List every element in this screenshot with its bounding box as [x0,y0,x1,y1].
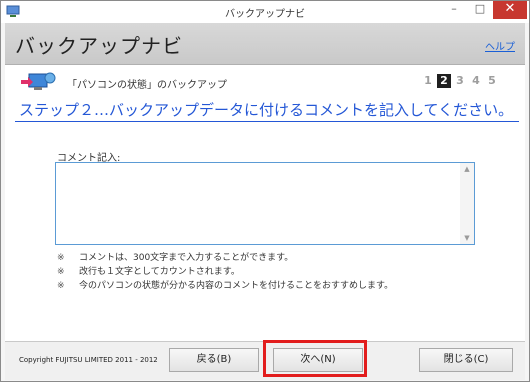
maximize-button[interactable]: □ [467,1,493,19]
note-item: ※ コメントは、300文字まで入力することができます。 [57,251,393,265]
note-item: ※ 今のパソコンの状態が分かる内容のコメントを付けることをおすすめします。 [57,279,393,293]
scroll-up-icon[interactable]: ▲ [460,163,474,175]
step-indicator: 1 2 3 4 5 [421,74,499,88]
back-button[interactable]: 戻る(B) [169,348,259,372]
note-text: 今のパソコンの状態が分かる内容のコメントを付けることをおすすめします。 [79,281,394,291]
section-label: 「パソコンの状態」のバックアップ [67,80,227,91]
step-3: 3 [456,74,464,87]
scroll-down-icon[interactable]: ▼ [460,232,474,244]
note-text: 改行も１文字としてカウントされます。 [79,267,240,277]
note-text: コメントは、300文字まで入力することができます。 [79,253,294,263]
step-2-current: 2 [437,74,451,88]
note-mark: ※ [57,267,65,277]
step-headline: ステップ２…バックアップデータに付けるコメントを記入してください。 [19,101,514,119]
notes-list: ※ コメントは、300文字まで入力することができます。 ※ 改行も１文字としてカウン… [57,251,393,293]
close-window-button[interactable]: ✕ [493,1,527,19]
backup-pc-icon [21,72,56,90]
note-item: ※ 改行も１文字としてカウントされます。 [57,265,393,279]
app-window: バックアップナビ – □ ✕ バックアップナビ ヘルプ 「パソコンの状態」のバッ… [0,0,530,382]
note-mark: ※ [57,253,65,263]
step-1: 1 [424,74,432,87]
comment-scrollbar[interactable]: ▲ ▼ [460,163,474,244]
title-bar[interactable]: バックアップナビ – □ ✕ [1,1,529,23]
step-4: 4 [472,74,480,87]
copyright-text: Copyright FUJITSU LIMITED 2011 - 2012 [19,356,158,364]
header-band: バックアップナビ ヘルプ [5,23,525,65]
comment-field[interactable]: ▲ ▼ [55,162,475,245]
main-content: 「パソコンの状態」のバックアップ 1 2 3 4 5 ステップ２…バックアップデ… [5,65,525,341]
minimize-button[interactable]: – [441,1,467,19]
help-link[interactable]: ヘルプ [485,38,515,53]
step-5: 5 [488,74,496,87]
page-title: バックアップナビ [15,34,183,58]
comment-textarea[interactable] [56,163,460,244]
headline-divider [15,121,519,122]
next-button-highlight [263,340,367,377]
note-mark: ※ [57,281,65,291]
close-button[interactable]: 閉じる(C) [419,348,513,372]
